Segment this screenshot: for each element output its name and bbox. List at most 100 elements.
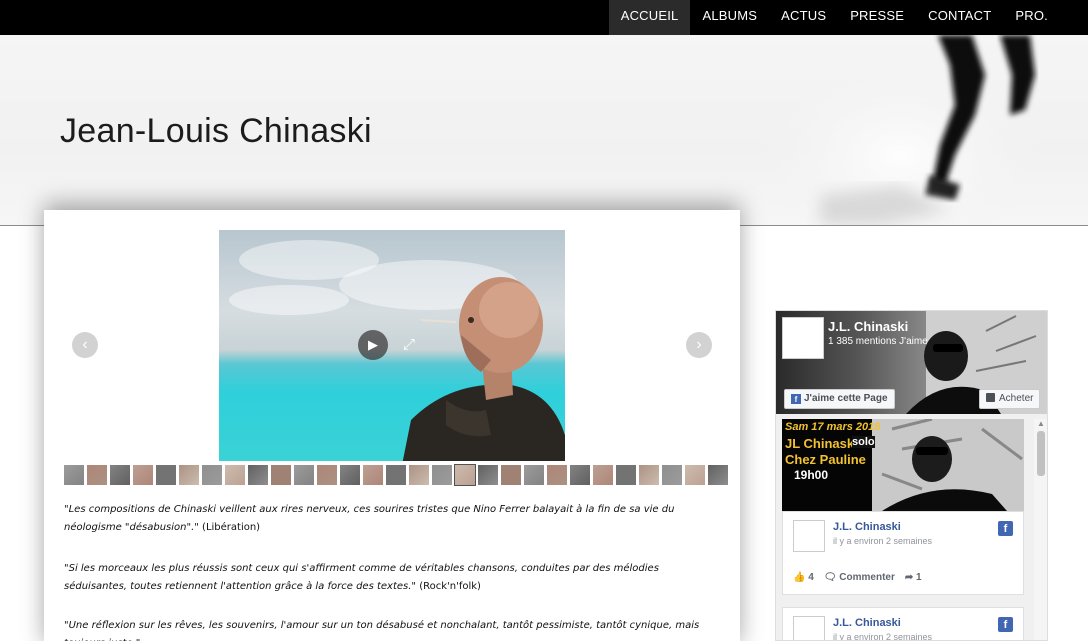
post-author[interactable]: J.L. Chinaski [833,521,901,533]
quote-source: (Rock'n'folk) [416,581,481,592]
gallery-thumbnail[interactable] [156,465,176,485]
comment-icon: 🗨 [823,572,837,583]
page-avatar[interactable] [782,317,824,359]
facebook-logo-icon: f [998,617,1013,632]
header-banner: Jean-Louis Chinaski [0,35,1088,225]
facebook-cover[interactable]: J.L. Chinaski 1 385 mentions J'aime f J'a… [776,311,1047,414]
quote-source: (Libération) [198,522,261,533]
gallery-thumbnail[interactable] [271,465,291,485]
facebook-feed: Sam 17 mars 2018 JL Chinaski solo Chez P… [782,419,1030,640]
scroll-up-icon[interactable]: ▲ [1036,419,1046,429]
poster-tag: solo [852,436,875,448]
nav-item-contact[interactable]: CONTACT [916,0,1003,35]
gallery-thumbnail[interactable] [570,465,590,485]
nav-item-pro[interactable]: PRO. [1003,0,1060,35]
quote-text: "Les compositions de Chinaski veillent a… [64,504,675,533]
gallery-thumbnail[interactable] [454,464,476,486]
gallery-thumbnail[interactable] [708,465,728,485]
share-icon: ➦ [904,572,914,583]
post-author[interactable]: J.L. Chinaski [833,617,901,629]
portrait-figure [402,277,565,461]
play-button[interactable]: ▶ [358,330,388,360]
poster-time: 19h00 [794,468,829,482]
gallery-thumbnail[interactable] [639,465,659,485]
main-nav: ACCUEIL ALBUMS ACTUS PRESSE CONTACT PRO. [608,0,1060,35]
top-navbar: ACCUEIL ALBUMS ACTUS PRESSE CONTACT PRO. [0,0,1088,35]
site-title: Jean-Louis Chinaski [60,112,372,150]
gallery-thumbnail[interactable] [409,465,429,485]
shopping-bag-icon [986,393,995,402]
like-page-button[interactable]: f J'aime cette Page [784,389,895,409]
gallery-thumbnail[interactable] [87,465,107,485]
page-name[interactable]: J.L. Chinaski [828,319,908,334]
gallery-thumbnail[interactable] [386,465,406,485]
gallery-thumbnail[interactable] [110,465,130,485]
gallery-thumbnail[interactable] [478,465,498,485]
poster-artist: JL Chinaski [785,436,858,451]
facebook-f-icon: f [791,394,801,404]
nav-item-albums[interactable]: ALBUMS [690,0,769,35]
thumbnail-strip [64,464,728,486]
play-icon: ▶ [368,337,378,352]
page-likes: 1 385 mentions J'aime [828,336,928,347]
press-quote-3: "Une réflexion sur les rêves, les souven… [64,617,704,641]
gallery-thumbnail[interactable] [294,465,314,485]
like-count-value: 4 [808,572,814,583]
gallery-main-photo[interactable]: ▶ ⤢ [219,230,565,461]
fullscreen-button[interactable]: ⤢ [398,334,420,356]
nav-item-actus[interactable]: ACTUS [769,0,838,35]
gallery-thumbnail[interactable] [593,465,613,485]
press-quote-2: "Si les morceaux les plus réussis sont c… [64,560,704,596]
quote-text: "Une réflexion sur les rêves, les souven… [64,620,700,641]
gallery-thumbnail[interactable] [133,465,153,485]
post-time[interactable]: il y a environ 2 semaines [833,536,932,546]
poster-venue: Chez Pauline [785,452,866,467]
post-actions: 👍 4 🗨 Commenter ➦ 1 [793,572,922,583]
gallery-thumbnail[interactable] [225,465,245,485]
like-page-label: J'aime cette Page [804,393,888,404]
nav-item-accueil[interactable]: ACCUEIL [608,0,691,35]
gallery-thumbnail[interactable] [363,465,383,485]
facebook-post: J.L. Chinaski il y a environ 2 semaines … [782,607,1024,640]
quote-text: "Si les morceaux les plus réussis sont c… [64,563,659,592]
buy-button[interactable]: Acheter [979,389,1041,409]
gallery-thumbnail[interactable] [662,465,682,485]
facebook-page-widget: J.L. Chinaski 1 385 mentions J'aime f J'a… [775,310,1048,641]
buy-label: Acheter [999,393,1034,404]
gallery-next-button[interactable]: › [686,332,712,358]
share-count[interactable]: ➦ 1 [905,572,922,583]
gallery-thumbnail[interactable] [547,465,567,485]
facebook-post: J.L. Chinaski il y a environ 2 semaines … [782,511,1024,595]
gallery-thumbnail[interactable] [64,465,84,485]
gallery-thumbnail[interactable] [317,465,337,485]
comment-button[interactable]: 🗨 Commenter [824,572,895,583]
like-count[interactable]: 👍 4 [793,572,814,583]
gallery-prev-button[interactable]: ‹ [72,332,98,358]
gallery-thumbnail[interactable] [202,465,222,485]
facebook-logo-icon: f [998,521,1013,536]
gallery-thumbnail[interactable] [501,465,521,485]
post-avatar[interactable] [793,616,825,640]
chevron-left-icon: ‹ [82,336,88,353]
gallery-thumbnail[interactable] [432,465,452,485]
post-avatar[interactable] [793,520,825,552]
gallery-thumbnail[interactable] [340,465,360,485]
event-poster[interactable]: Sam 17 mars 2018 JL Chinaski solo Chez P… [782,419,1024,511]
gallery-thumbnail[interactable] [685,465,705,485]
gallery-thumbnail[interactable] [616,465,636,485]
post-time[interactable]: il y a environ 2 semaines [833,632,932,640]
feed-scrollbar[interactable]: ▲ [1034,419,1047,640]
gallery-thumbnail[interactable] [524,465,544,485]
gallery-thumbnail[interactable] [248,465,268,485]
nav-item-presse[interactable]: PRESSE [838,0,916,35]
main-content-panel: ‹ › ▶ ⤢ "Les compositions de Chinaski ve… [44,210,740,641]
gallery-thumbnail[interactable] [179,465,199,485]
scroll-thumb[interactable] [1037,431,1045,476]
press-quote-1: "Les compositions de Chinaski veillent a… [64,501,704,537]
expand-icon: ⤢ [402,336,415,353]
poster-date: Sam 17 mars 2018 [785,421,881,433]
chevron-right-icon: › [696,336,702,353]
share-count-value: 1 [916,572,922,583]
thumbs-up-icon: 👍 [793,572,806,583]
comment-label: Commenter [839,572,895,583]
